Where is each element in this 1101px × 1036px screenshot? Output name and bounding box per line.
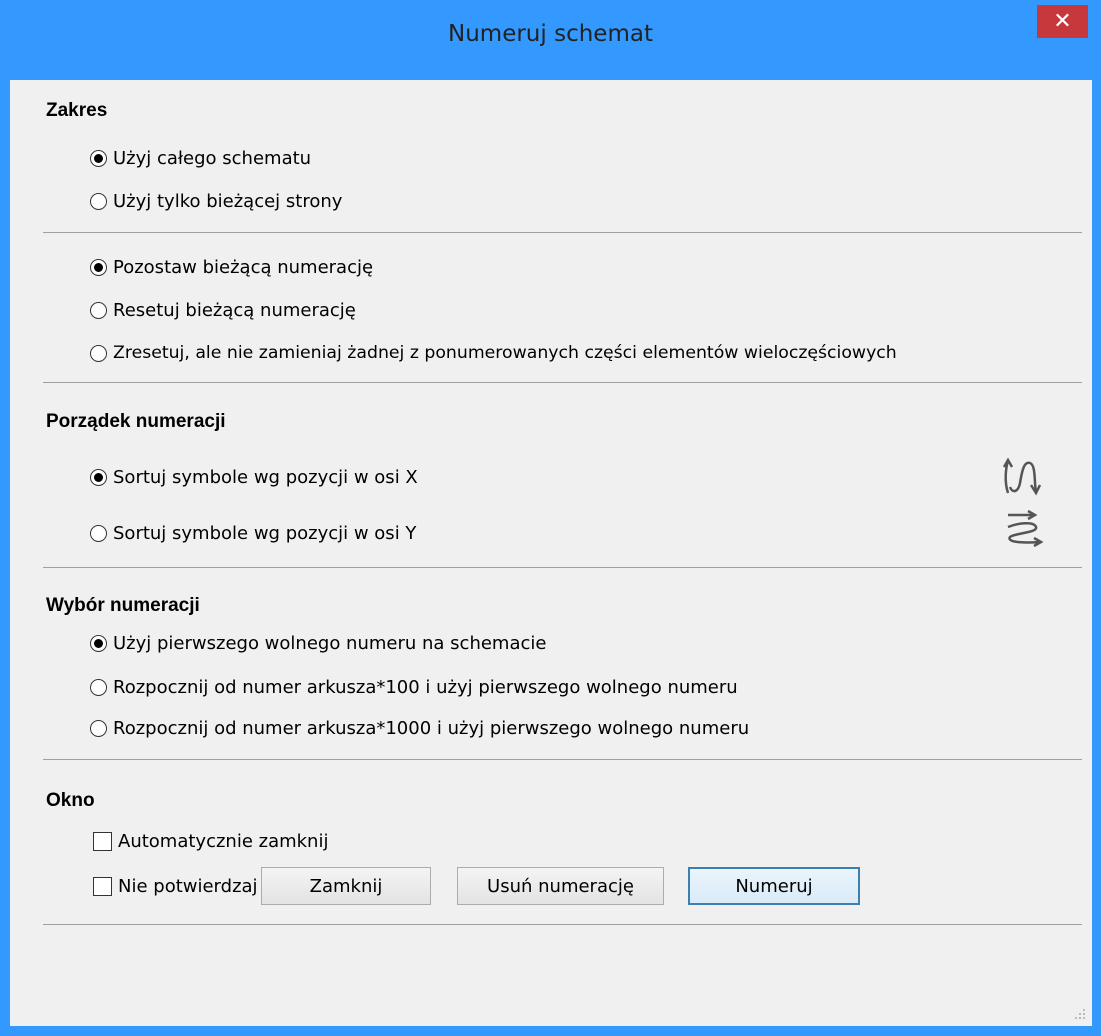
resize-grip-icon[interactable] xyxy=(1074,1008,1086,1020)
remove-numbering-button-label: Usuń numerację xyxy=(487,875,634,897)
radio-sort-y[interactable]: Sortuj symbole wg pozycji w osi Y xyxy=(90,523,416,544)
sort-x-icon xyxy=(1002,457,1042,496)
radio-reset-numbering[interactable]: Resetuj bieżącą numerację xyxy=(90,300,356,321)
radio-button[interactable] xyxy=(90,635,107,652)
checkbox-box[interactable] xyxy=(93,877,112,896)
radio-button[interactable] xyxy=(90,302,107,319)
dialog-window: Numeruj schemat ✕ Zakres Użyj całego sch… xyxy=(0,0,1101,1036)
radio-sheet-100[interactable]: Rozpocznij od numer arkusza*100 i użyj p… xyxy=(90,677,738,698)
checkbox-no-confirm[interactable]: Nie potwierdzaj xyxy=(93,876,258,897)
number-button[interactable]: Numeruj xyxy=(688,867,860,905)
checkbox-label: Automatycznie zamknij xyxy=(118,831,329,852)
separator xyxy=(43,759,1082,760)
radio-label: Sortuj symbole wg pozycji w osi X xyxy=(113,467,418,488)
radio-button[interactable] xyxy=(90,679,107,696)
radio-button[interactable] xyxy=(90,469,107,486)
radio-label: Zresetuj, ale nie zamieniaj żadnej z pon… xyxy=(113,343,897,363)
radio-label: Sortuj symbole wg pozycji w osi Y xyxy=(113,523,417,544)
radio-first-free-number[interactable]: Użyj pierwszego wolnego numeru na schema… xyxy=(90,633,546,654)
close-icon: ✕ xyxy=(1053,9,1072,34)
radio-label: Użyj całego schematu xyxy=(113,148,312,169)
number-button-label: Numeruj xyxy=(735,875,813,897)
separator xyxy=(43,924,1082,925)
close-button-label: Zamknij xyxy=(309,875,383,897)
sort-y-icon xyxy=(1007,509,1044,548)
separator xyxy=(43,232,1082,233)
window-title: Numeruj schemat xyxy=(448,21,653,47)
separator xyxy=(43,382,1082,383)
radio-label: Użyj tylko bieżącej strony xyxy=(113,191,343,212)
radio-sort-x[interactable]: Sortuj symbole wg pozycji w osi X xyxy=(90,467,418,488)
section-title-okno: Okno xyxy=(46,790,95,811)
radio-label: Pozostaw bieżącą numerację xyxy=(113,257,374,278)
radio-button[interactable] xyxy=(90,344,107,362)
radio-button[interactable] xyxy=(90,720,107,737)
radio-whole-schematic[interactable]: Użyj całego schematu xyxy=(90,148,311,169)
checkbox-label: Nie potwierdzaj xyxy=(118,876,258,897)
radio-label: Użyj pierwszego wolnego numeru na schema… xyxy=(113,633,547,654)
section-title-order: Porządek numeracji xyxy=(46,411,226,432)
section-title-choice: Wybór numeracji xyxy=(46,595,200,616)
radio-button[interactable] xyxy=(90,193,107,210)
radio-current-page[interactable]: Użyj tylko bieżącej strony xyxy=(90,191,342,212)
radio-reset-keep-multipart[interactable]: Zresetuj, ale nie zamieniaj żadnej z pon… xyxy=(90,343,897,363)
radio-button[interactable] xyxy=(90,525,107,542)
section-title-zakres: Zakres xyxy=(46,100,108,121)
separator xyxy=(43,567,1082,568)
radio-sheet-1000[interactable]: Rozpocznij od numer arkusza*1000 i użyj … xyxy=(90,718,749,739)
checkbox-auto-close[interactable]: Automatycznie zamknij xyxy=(93,831,328,852)
close-window-button[interactable]: ✕ xyxy=(1037,5,1088,38)
radio-button[interactable] xyxy=(90,150,107,167)
close-button[interactable]: Zamknij xyxy=(261,867,431,905)
radio-label: Rozpocznij od numer arkusza*1000 i użyj … xyxy=(113,718,750,739)
radio-label: Resetuj bieżącą numerację xyxy=(113,300,356,321)
remove-numbering-button[interactable]: Usuń numerację xyxy=(457,867,664,905)
radio-label: Rozpocznij od numer arkusza*100 i użyj p… xyxy=(113,677,738,698)
checkbox-box[interactable] xyxy=(93,832,112,851)
dialog-body: Zakres Użyj całego schematu Użyj tylko b… xyxy=(10,80,1092,1026)
radio-keep-numbering[interactable]: Pozostaw bieżącą numerację xyxy=(90,257,373,278)
radio-button[interactable] xyxy=(90,259,107,276)
title-bar[interactable]: Numeruj schemat ✕ xyxy=(0,0,1101,80)
